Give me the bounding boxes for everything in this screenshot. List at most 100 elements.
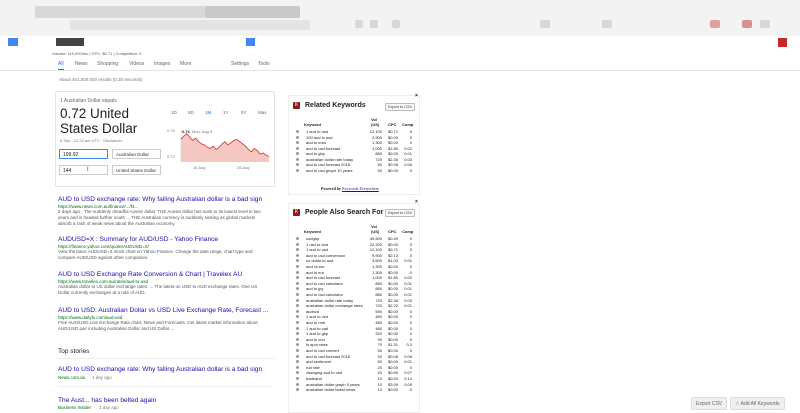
search-input[interactable] xyxy=(56,38,84,46)
result-title[interactable]: AUD to USD: Australian Dollar vs USD Liv… xyxy=(58,307,268,314)
col-cpc: CPC xyxy=(388,229,397,234)
keyword-comp: 0 xyxy=(409,387,412,393)
range-5y[interactable]: 5Y xyxy=(241,110,247,115)
currency-from-select[interactable]: Australian Dollar xyxy=(112,149,161,159)
add-keyword-icon[interactable] xyxy=(296,388,299,392)
extension-icon[interactable] xyxy=(760,20,770,28)
tab-videos[interactable]: Videos xyxy=(129,61,144,67)
search-icon[interactable] xyxy=(246,38,255,46)
keyword-text: aud to usd graph 10 years xyxy=(306,167,353,173)
export-csv-button[interactable]: Export to CSV xyxy=(385,103,416,111)
active-tab[interactable] xyxy=(205,6,300,18)
keyword-volume: 1,300 xyxy=(371,140,382,145)
add-keyword-icon[interactable] xyxy=(296,237,299,240)
keyword-volume: 9,900 xyxy=(371,252,382,258)
add-keyword-icon[interactable] xyxy=(296,270,299,274)
add-keyword-icon[interactable] xyxy=(296,315,299,319)
address-bar[interactable] xyxy=(70,20,310,30)
add-keyword-icon[interactable] xyxy=(296,281,299,285)
story-title[interactable]: AUD to USD exchange rate: Why falling Au… xyxy=(58,366,262,373)
add-keyword-icon[interactable] xyxy=(296,141,299,144)
tab-news[interactable]: News xyxy=(75,61,88,67)
currency-to-select[interactable]: United States Dollar xyxy=(112,165,161,175)
export-csv-button[interactable]: Export to CSV xyxy=(385,209,416,217)
add-keyword-icon[interactable] xyxy=(296,343,299,347)
amount-from-input[interactable]: 199.92 xyxy=(59,149,108,159)
exchange-rate-chart[interactable]: 0.75 0.72 16 Aug 26 Aug 0.74 Mon, Aug 6 xyxy=(165,120,273,172)
account-avatar[interactable] xyxy=(778,38,787,47)
result-title[interactable]: AUD to USD Exchange Rate Conversion & Ch… xyxy=(58,271,242,278)
tab-images[interactable]: Images xyxy=(154,61,170,67)
extension-icon[interactable] xyxy=(540,20,550,28)
add-keyword-icon[interactable] xyxy=(296,382,299,386)
keyword-comp: 0 xyxy=(409,264,412,269)
add-keyword-icon[interactable] xyxy=(296,298,299,302)
story-title[interactable]: The Aust... has been belted again xyxy=(58,397,156,404)
add-all-keywords-button[interactable]: ☆ Add All Keywords xyxy=(730,397,785,410)
add-keyword-icon[interactable] xyxy=(296,309,299,313)
extension-icon[interactable] xyxy=(602,20,612,28)
keyword-text: audnzd xyxy=(306,308,320,314)
add-keyword-icon[interactable] xyxy=(296,130,299,133)
toolbar-icon[interactable] xyxy=(370,20,378,28)
add-keyword-icon[interactable] xyxy=(296,304,299,308)
extension-icon[interactable] xyxy=(710,20,720,28)
add-keyword-icon[interactable] xyxy=(296,326,299,330)
keyword-volume: 10 xyxy=(377,387,382,393)
add-keyword-icon[interactable] xyxy=(296,146,299,150)
add-keyword-icon[interactable] xyxy=(296,276,299,280)
keyword-text: aud to jpy xyxy=(306,286,324,292)
add-keyword-icon[interactable] xyxy=(296,332,299,336)
add-keyword-icon[interactable] xyxy=(296,321,299,324)
range-1y[interactable]: 1Y xyxy=(223,110,229,115)
keywords-everywhere-link[interactable]: Keywords Everywhere xyxy=(342,186,379,191)
add-keyword-icon[interactable] xyxy=(296,157,299,161)
tab-shopping[interactable]: Shopping xyxy=(97,61,118,67)
add-keyword-icon[interactable] xyxy=(296,259,299,263)
toolbar-icon[interactable] xyxy=(355,20,363,28)
add-keyword-icon[interactable] xyxy=(296,135,299,139)
toolbar-icon[interactable] xyxy=(392,20,400,28)
amount-to-input[interactable]: 144 xyxy=(59,165,108,175)
keyword-text: rud rate xyxy=(306,364,320,370)
add-keyword-icon[interactable] xyxy=(296,365,299,369)
export-csv-float-button[interactable]: Export CSV xyxy=(691,397,728,410)
range-5d[interactable]: 5D xyxy=(188,110,194,115)
add-keyword-icon[interactable] xyxy=(296,168,299,172)
range-1m[interactable]: 1M xyxy=(205,110,211,115)
google-logo-icon[interactable] xyxy=(8,38,18,46)
add-keyword-icon[interactable] xyxy=(296,354,299,358)
add-keyword-icon[interactable] xyxy=(296,253,299,257)
add-keyword-icon[interactable] xyxy=(296,360,299,364)
add-keyword-icon[interactable] xyxy=(296,287,299,291)
add-keyword-icon[interactable] xyxy=(296,248,299,252)
tools-link[interactable]: Tools xyxy=(258,61,270,67)
keyword-row[interactable]: aud to usd graph 10 years 50 $0.00 0 xyxy=(296,168,416,174)
result-title[interactable]: AUD to USD exchange rate: Why falling Au… xyxy=(58,196,262,203)
result-title[interactable]: AUDUSD=X : Summary for AUD/USD - Yahoo F… xyxy=(58,236,218,243)
tab-all[interactable]: All xyxy=(58,61,64,70)
keyword-text: aud to usd convert xyxy=(306,348,339,353)
close-icon[interactable]: × xyxy=(415,93,418,99)
add-keyword-icon[interactable] xyxy=(296,377,299,380)
add-keyword-icon[interactable] xyxy=(296,337,299,341)
range-max[interactable]: Max xyxy=(258,110,267,115)
extension-icon[interactable] xyxy=(742,20,752,28)
tab-more[interactable]: More xyxy=(180,61,191,67)
add-keyword-icon[interactable] xyxy=(296,163,299,166)
add-keyword-icon[interactable] xyxy=(296,242,299,246)
add-keyword-icon[interactable] xyxy=(296,152,299,155)
keyword-row[interactable]: australian dollar latest news 10 $0.00 0 xyxy=(296,387,416,393)
settings-link[interactable]: Settings xyxy=(231,61,249,67)
keyword-volume: 880 xyxy=(375,292,382,297)
keyword-text: aud to vnd xyxy=(306,336,325,342)
close-icon[interactable]: × xyxy=(415,199,418,205)
fx-rate-line1: 0.72 United xyxy=(60,106,130,121)
keyword-cpc: $2.36 xyxy=(387,297,398,303)
add-keyword-icon[interactable] xyxy=(296,349,299,352)
keyword-volume: 12,100 xyxy=(369,247,382,253)
add-keyword-icon[interactable] xyxy=(296,371,299,375)
add-keyword-icon[interactable] xyxy=(296,265,299,268)
add-keyword-icon[interactable] xyxy=(296,293,299,296)
range-1d[interactable]: 1D xyxy=(171,110,177,115)
